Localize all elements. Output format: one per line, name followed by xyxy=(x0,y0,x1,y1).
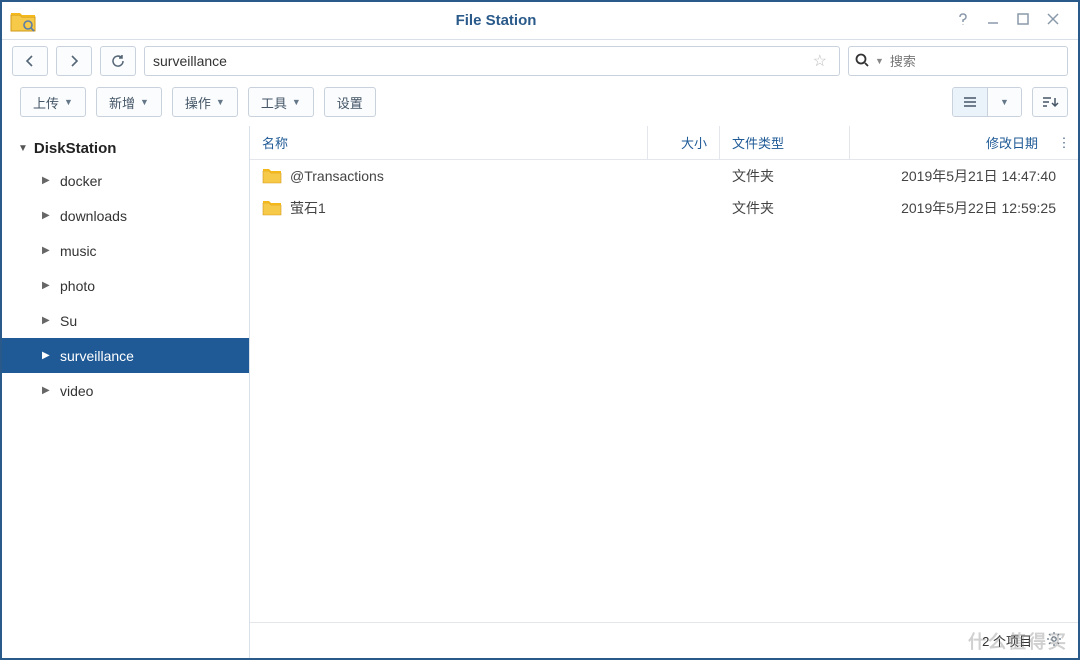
close-button[interactable] xyxy=(1038,12,1068,29)
expand-icon: ▶ xyxy=(42,385,50,396)
chevron-down-icon: ▼ xyxy=(64,97,73,107)
chevron-down-icon: ▼ xyxy=(140,97,149,107)
tree-item-label: downloads xyxy=(60,208,127,224)
refresh-button[interactable] xyxy=(100,46,136,76)
expand-icon: ▶ xyxy=(42,245,50,256)
search-dropdown-icon[interactable]: ▼ xyxy=(875,56,884,66)
expand-icon: ▶ xyxy=(42,210,50,221)
search-icon xyxy=(855,53,869,70)
tree-item-label: surveillance xyxy=(60,348,134,364)
settings-button[interactable]: 设置 xyxy=(324,87,376,117)
favorite-icon[interactable]: ☆ xyxy=(809,51,831,71)
address-bar[interactable]: ☆ xyxy=(144,46,840,76)
tree-root[interactable]: ▼ DiskStation xyxy=(2,134,249,163)
view-dropdown-button[interactable]: ▼ xyxy=(987,88,1021,116)
titlebar: File Station xyxy=(2,2,1078,40)
expand-icon: ▶ xyxy=(42,280,50,291)
minimize-button[interactable] xyxy=(978,12,1008,29)
action-button[interactable]: 操作▼ xyxy=(172,87,238,117)
back-button[interactable] xyxy=(12,46,48,76)
help-button[interactable] xyxy=(948,12,978,29)
tree-root-label: DiskStation xyxy=(34,140,117,157)
tree-item-Su[interactable]: ▶ Su xyxy=(2,303,249,338)
file-date: 2019年5月21日 14:47:40 xyxy=(850,166,1078,186)
column-menu-button[interactable]: ⋮ xyxy=(1050,135,1078,151)
collapse-icon: ▼ xyxy=(18,143,28,154)
file-name: @Transactions xyxy=(290,168,384,184)
view-toggle: ▼ xyxy=(952,87,1022,117)
app-window: File Station ☆ xyxy=(0,0,1080,660)
folder-tree: ▼ DiskStation ▶ docker ▶ downloads ▶ music ▶ ph… xyxy=(2,126,250,658)
tree-item-video[interactable]: ▶ video xyxy=(2,373,249,408)
chevron-down-icon: ▼ xyxy=(292,97,301,107)
item-count: 2 个项目 xyxy=(982,631,1032,650)
path-input[interactable] xyxy=(153,53,809,69)
toolbar: 上传▼ 新增▼ 操作▼ 工具▼ 设置 ▼ xyxy=(2,82,1078,126)
tree-item-photo[interactable]: ▶ photo xyxy=(2,268,249,303)
file-date: 2019年5月22日 12:59:25 xyxy=(850,198,1078,218)
column-type[interactable]: 文件类型 xyxy=(720,126,850,159)
file-row[interactable]: @Transactions 文件夹2019年5月21日 14:47:40 xyxy=(250,160,1078,192)
search-box[interactable]: ▼ xyxy=(848,46,1068,76)
tree-item-label: Su xyxy=(60,313,77,329)
tree-item-label: docker xyxy=(60,173,102,189)
file-row[interactable]: 萤石1 文件夹2019年5月22日 12:59:25 xyxy=(250,192,1078,224)
window-title: File Station xyxy=(44,12,948,29)
expand-icon: ▶ xyxy=(42,315,50,326)
expand-icon: ▶ xyxy=(42,175,50,186)
tools-button[interactable]: 工具▼ xyxy=(248,87,314,117)
tree-item-label: video xyxy=(60,383,93,399)
folder-icon xyxy=(262,200,282,216)
chevron-down-icon: ▼ xyxy=(1000,97,1009,107)
column-name[interactable]: 名称 xyxy=(250,126,648,159)
tree-item-label: music xyxy=(60,243,97,259)
gear-icon[interactable] xyxy=(1046,631,1062,650)
forward-button[interactable] xyxy=(56,46,92,76)
tree-item-docker[interactable]: ▶ docker xyxy=(2,163,249,198)
file-type: 文件夹 xyxy=(720,198,850,218)
tree-item-label: photo xyxy=(60,278,95,294)
tree-item-music[interactable]: ▶ music xyxy=(2,233,249,268)
upload-button[interactable]: 上传▼ xyxy=(20,87,86,117)
expand-icon: ▶ xyxy=(42,350,50,361)
grid-header: 名称 大小 文件类型 修改日期 ⋮ xyxy=(250,126,1078,160)
status-bar: 2 个项目 xyxy=(250,622,1078,658)
app-icon xyxy=(10,9,36,33)
search-input[interactable] xyxy=(890,54,1066,69)
tree-item-downloads[interactable]: ▶ downloads xyxy=(2,198,249,233)
file-name: 萤石1 xyxy=(290,198,326,218)
grid-body: @Transactions 文件夹2019年5月21日 14:47:40 萤石1 文件… xyxy=(250,160,1078,622)
main-area: ▼ DiskStation ▶ docker ▶ downloads ▶ music ▶ ph… xyxy=(2,126,1078,658)
navbar: ☆ ▼ xyxy=(2,40,1078,82)
sort-button[interactable] xyxy=(1032,87,1068,117)
column-modified[interactable]: 修改日期 xyxy=(850,126,1050,159)
file-type: 文件夹 xyxy=(720,166,850,186)
new-button[interactable]: 新增▼ xyxy=(96,87,162,117)
maximize-button[interactable] xyxy=(1008,12,1038,29)
column-size[interactable]: 大小 xyxy=(648,126,720,159)
tree-item-surveillance[interactable]: ▶ surveillance xyxy=(2,338,249,373)
chevron-down-icon: ▼ xyxy=(216,97,225,107)
list-view-button[interactable] xyxy=(953,88,987,116)
folder-icon xyxy=(262,168,282,184)
file-list: 名称 大小 文件类型 修改日期 ⋮ @Transactions 文件夹2019年5… xyxy=(250,126,1078,658)
